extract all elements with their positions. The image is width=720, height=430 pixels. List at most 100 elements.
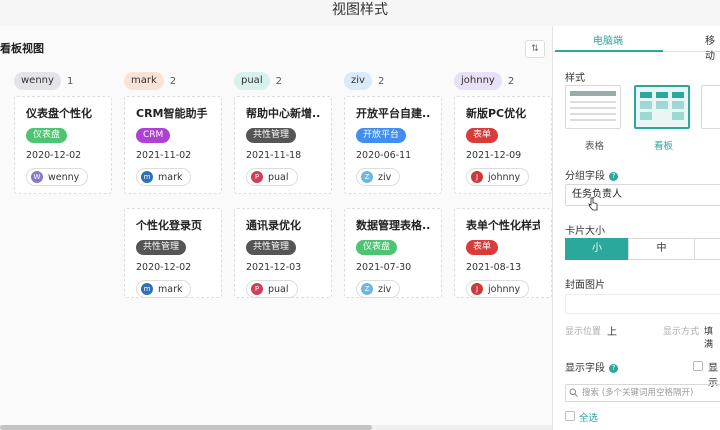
card-title: 个性化登录页 xyxy=(136,219,202,232)
column-header: ziv 2 xyxy=(344,71,444,91)
avatar: J xyxy=(471,283,483,295)
task-card[interactable]: 数据管理表格... 仪表盘 2021-07-30 Zziv xyxy=(344,208,442,298)
card-title: 通讯录优化 xyxy=(246,219,301,232)
card-title: 开放平台自建... xyxy=(356,107,430,120)
help-icon[interactable]: ? xyxy=(609,364,618,373)
card-title: 数据管理表格... xyxy=(356,219,430,232)
task-card[interactable]: 开放平台自建... 开放平台 2020-06-11 Zziv xyxy=(344,96,442,194)
field-search-input[interactable]: 搜索 (多个关键词用空格隔开) xyxy=(565,384,720,402)
card-tag: CRM xyxy=(136,128,171,143)
kanban-column: johnny 2 新版PC优化 表单 2021-12-09 Jjohnny 表单个性化样式表… xyxy=(454,71,554,298)
card-size-large[interactable] xyxy=(694,238,720,260)
card-tag: 表单 xyxy=(466,240,499,255)
view-settings-panel: 电脑端 移动 样式 表格 看板 分组字段? 任务负责人 卡片大小 小 中 封面图… xyxy=(552,26,720,430)
display-position-select[interactable]: 上 xyxy=(607,323,617,338)
assignee-name: wenny xyxy=(48,171,80,183)
kanban-column: wenny 1 仪表盘个性化 仪表盘 2020-12-02 Wwenny xyxy=(14,71,114,194)
display-mode-label: 显示方式 xyxy=(663,327,700,337)
card-tag: 仪表盘 xyxy=(26,128,68,143)
card-assignee[interactable]: Ppual xyxy=(246,280,298,298)
card-assignee[interactable]: Zziv xyxy=(356,280,401,298)
avatar: P xyxy=(251,283,263,295)
card-tag: 开放平台 xyxy=(356,128,407,143)
task-card[interactable]: 帮助中心新增... 共性管理 2021-11-18 Ppual xyxy=(234,96,332,194)
display-fields-label-text: 显示字段 xyxy=(565,363,605,374)
kanban-column: mark 2 CRM智能助手 CRM 2021-11-02 m mark 个性化登录页 共性管理… xyxy=(124,71,224,298)
task-card[interactable]: 个性化登录页 共性管理 2020-12-02 m mark xyxy=(124,208,222,298)
card-title: 仪表盘个性化 xyxy=(26,107,92,120)
card-date: 2021-12-09 xyxy=(466,150,522,161)
card-size-medium[interactable]: 中 xyxy=(628,238,695,260)
task-card[interactable]: CRM智能助手 CRM 2021-11-02 m mark xyxy=(124,96,222,194)
card-assignee[interactable]: m mark xyxy=(136,280,192,298)
card-tag: 共性管理 xyxy=(246,128,297,143)
assignee-name: ziv xyxy=(378,283,392,295)
window-title-bar: 视图样式 xyxy=(0,0,720,26)
card-assignee[interactable]: Ppual xyxy=(246,168,298,186)
help-icon[interactable]: ? xyxy=(609,172,618,181)
task-card[interactable]: 仪表盘个性化 仪表盘 2020-12-02 Wwenny xyxy=(14,96,112,194)
column-header: johnny 2 xyxy=(454,71,554,91)
board-title: 看板视图 xyxy=(0,42,44,55)
card-date: 2020-12-02 xyxy=(136,262,192,273)
group-name-pill: mark xyxy=(124,72,164,90)
group-field-label: 分组字段? xyxy=(565,167,618,182)
active-tab-indicator xyxy=(555,50,663,52)
kanban-board: 看板视图 ⇅ wenny 1 仪表盘个性化 仪表盘 2020-12-02 Wwenny ma… xyxy=(0,26,552,430)
assignee-name: mark xyxy=(158,171,183,183)
group-count: 1 xyxy=(66,75,74,87)
avatar: Z xyxy=(361,171,373,183)
tab-mobile[interactable]: 移动 xyxy=(705,32,720,62)
task-card[interactable]: 新版PC优化 表单 2021-12-09 Jjohnny xyxy=(454,96,552,194)
display-fields-label: 显示字段? xyxy=(565,359,618,374)
window-title: 视图样式 xyxy=(332,2,388,18)
select-all-checkbox[interactable] xyxy=(565,411,575,421)
card-date: 2021-07-30 xyxy=(356,262,412,273)
group-count: 2 xyxy=(377,75,385,87)
card-assignee[interactable]: m mark xyxy=(136,168,192,186)
group-name-pill: wenny xyxy=(14,72,61,90)
style-option-table[interactable] xyxy=(565,85,621,129)
display-mode-select[interactable]: 填满 xyxy=(704,324,720,350)
card-size-small[interactable]: 小 xyxy=(565,238,629,260)
assignee-name: pual xyxy=(268,283,289,295)
display-position-label: 显示位置 xyxy=(565,327,602,337)
assignee-name: ziv xyxy=(378,171,392,183)
card-tag: 共性管理 xyxy=(246,240,297,255)
task-card[interactable]: 表单个性化样式 表单 2021-08-13 Jjohnny xyxy=(454,208,552,298)
card-title: 新版PC优化 xyxy=(466,107,527,120)
scrollbar-thumb[interactable] xyxy=(0,425,372,430)
cursor-hand-icon xyxy=(588,197,598,211)
card-assignee[interactable]: Jjohnny xyxy=(466,280,530,298)
card-date: 2020-12-02 xyxy=(26,150,82,161)
column-header: mark 2 xyxy=(124,71,224,91)
tab-desktop[interactable]: 电脑端 xyxy=(593,32,623,47)
style-option-kanban[interactable] xyxy=(634,85,690,129)
task-card[interactable]: 通讯录优化 共性管理 2021-12-03 Ppual xyxy=(234,208,332,298)
card-date: 2021-11-18 xyxy=(246,150,302,161)
avatar: P xyxy=(251,171,263,183)
card-assignee[interactable]: Wwenny xyxy=(26,168,89,186)
style-option-more[interactable] xyxy=(701,85,720,129)
group-count: 2 xyxy=(507,75,515,87)
display-toggle-checkbox[interactable] xyxy=(693,361,703,371)
avatar: J xyxy=(471,171,483,183)
search-icon xyxy=(569,388,578,397)
avatar: W xyxy=(31,171,43,183)
card-date: 2020-06-11 xyxy=(356,150,412,161)
cover-image-select[interactable] xyxy=(565,294,720,314)
group-name-pill: johnny xyxy=(454,72,502,90)
card-tag: 表单 xyxy=(466,128,499,143)
card-date: 2021-11-02 xyxy=(136,150,192,161)
card-assignee[interactable]: Jjohnny xyxy=(466,168,530,186)
style-caption-kanban: 看板 xyxy=(654,141,674,152)
sort-icon[interactable]: ⇅ xyxy=(525,40,545,58)
card-assignee[interactable]: Zziv xyxy=(356,168,401,186)
group-count: 2 xyxy=(275,75,282,87)
cover-image-label: 封面图片 xyxy=(565,280,605,291)
select-all-label[interactable]: 全选 xyxy=(579,410,598,424)
group-count: 2 xyxy=(169,75,177,87)
card-title: 帮助中心新增... xyxy=(246,107,320,120)
assignee-name: johnny xyxy=(488,283,521,295)
horizontal-scrollbar[interactable] xyxy=(0,425,552,430)
